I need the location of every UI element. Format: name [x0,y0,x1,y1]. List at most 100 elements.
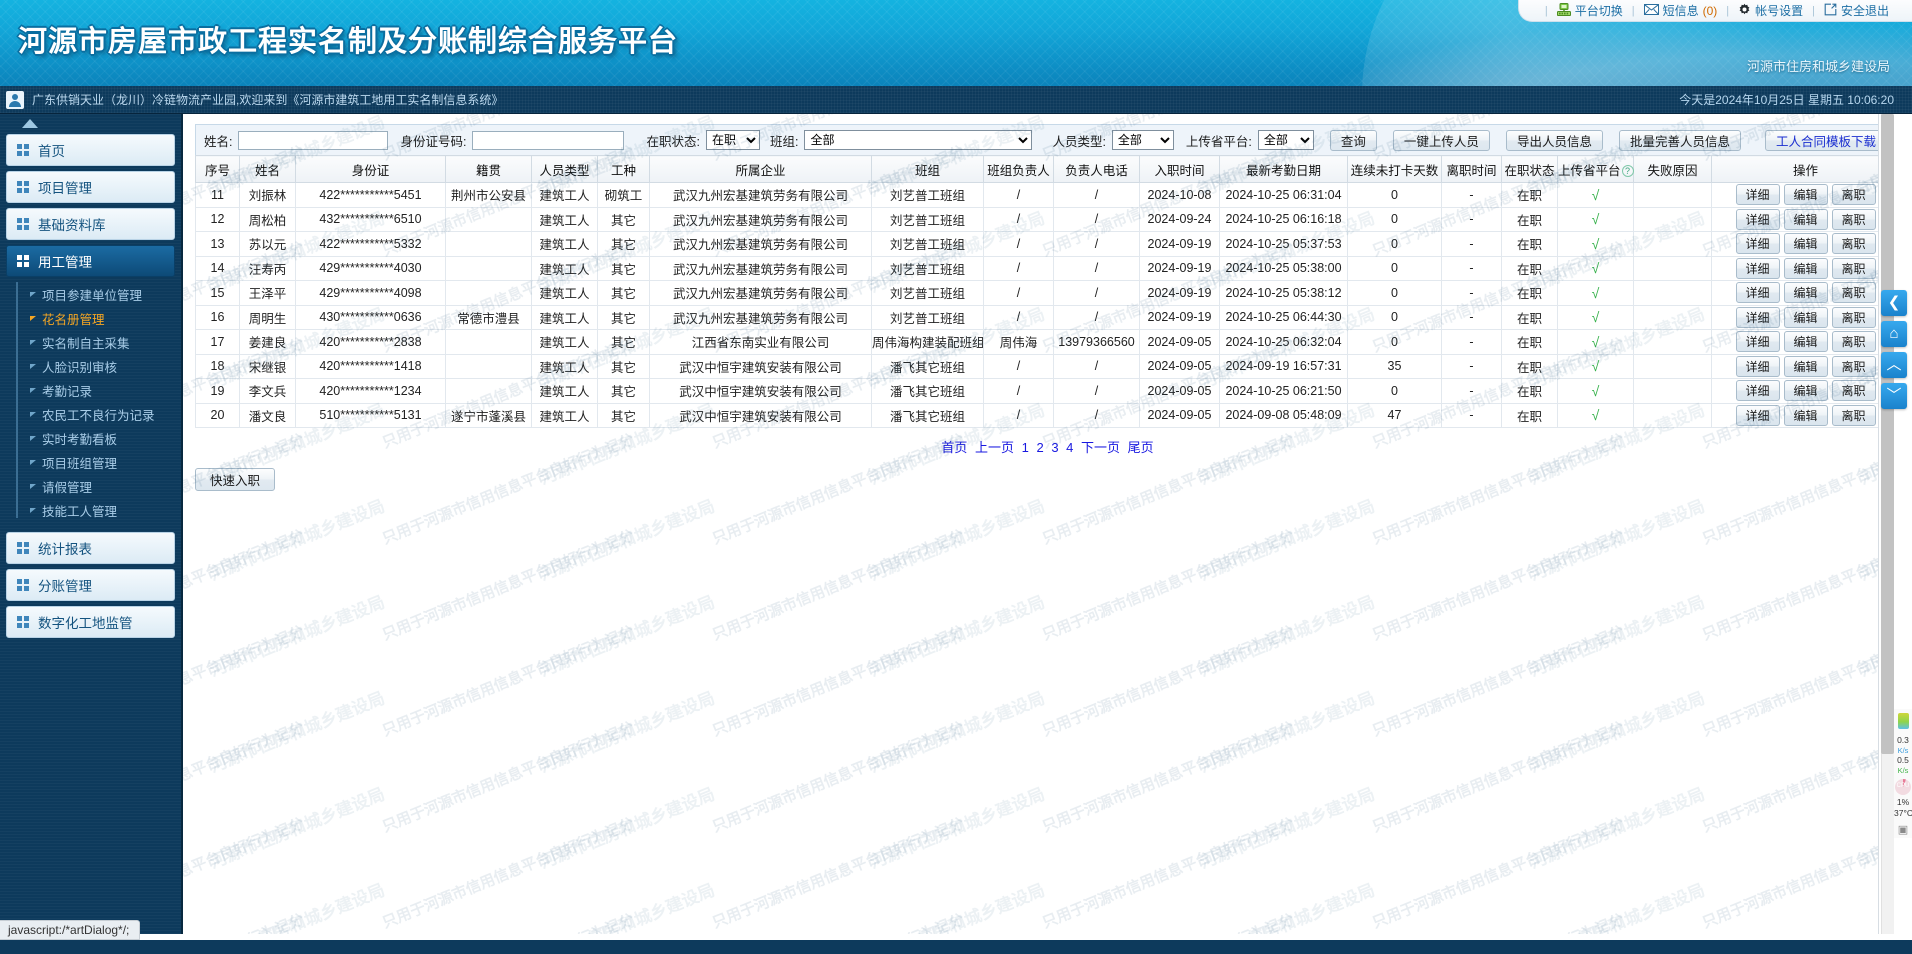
pager-page-1[interactable]: 1 [1022,440,1029,455]
table-row[interactable]: 14 汪寿丙 429***********4030 建筑工人 其它 武汉九州宏基建筑劳务有… [195,255,1900,281]
idcard-input[interactable] [472,130,625,150]
resign-button[interactable]: 离职 [1831,208,1876,230]
edit-button[interactable]: 编辑 [1783,233,1828,255]
cell-idcard: 430***********0636 [295,304,446,330]
edit-button[interactable]: 编辑 [1783,208,1828,230]
pager-prev[interactable]: 上一页 [975,440,1014,455]
detail-button[interactable]: 详细 [1735,306,1780,328]
sidebar-item-digital-site[interactable]: 数字化工地监管 [6,606,175,638]
pager-page-4[interactable]: 4 [1066,440,1073,455]
table-row[interactable]: 16 周明生 430***********0636 常德市澧县 建筑工人 其它 武汉九州宏基… [195,304,1900,330]
edit-button[interactable]: 编辑 [1783,306,1828,328]
detail-button[interactable]: 详细 [1735,233,1780,255]
pager-page-2[interactable]: 2 [1036,440,1043,455]
pager-last[interactable]: 尾页 [1128,440,1154,455]
name-input[interactable] [238,130,389,150]
one-click-upload-button[interactable]: 一键上传人员 [1392,129,1490,151]
sidebar-subitem-face-audit[interactable]: 人脸识别审核 [24,354,175,378]
sidebar-item-statistics-report[interactable]: 统计报表 [6,532,175,564]
rail-scroll-down-icon[interactable]: ﹀ [1881,383,1907,409]
sidebar-subitem-realtime-board[interactable]: 实时考勤看板 [24,426,175,450]
resign-button[interactable]: 离职 [1831,282,1876,304]
sidebar-subitem-self-collection[interactable]: 实名制自主采集 [24,330,175,354]
watermark-text: 河源市住房和城乡建设局 [1526,592,1708,681]
cell-work: 其它 [597,206,650,232]
resign-button[interactable]: 离职 [1831,233,1876,255]
edit-button[interactable]: 编辑 [1783,380,1828,402]
edit-button[interactable]: 编辑 [1783,282,1828,304]
detail-button[interactable]: 详细 [1735,208,1780,230]
sidebar-item-base-library[interactable]: 基础资料库 [6,208,175,240]
detail-button[interactable]: 详细 [1735,331,1780,353]
camera-icon[interactable]: ▣ [1894,824,1912,838]
sidebar-item-account-split[interactable]: 分账管理 [6,569,175,601]
logout-button[interactable]: 安全退出 [1815,2,1898,19]
sidebar-collapse-arrow-icon[interactable] [22,119,38,128]
edit-button[interactable]: 编辑 [1783,404,1828,426]
rail-scroll-up-icon[interactable]: ︿ [1881,352,1907,378]
edit-button[interactable]: 编辑 [1783,184,1828,206]
messages-button[interactable]: 短信息 (0) [1635,2,1727,19]
page-scrollbar-thumb[interactable] [1881,114,1894,754]
edit-button[interactable]: 编辑 [1783,355,1828,377]
resign-button[interactable]: 离职 [1831,404,1876,426]
table-row[interactable]: 13 苏以元 422***********5332 建筑工人 其它 武汉九州宏基建筑劳务有… [195,231,1900,257]
cell-leader: / [983,353,1054,379]
account-settings-button[interactable]: 帐号设置 [1729,2,1812,19]
table-row[interactable]: 20 潘文良 510***********5131 遂宁市蓬溪县 建筑工人 其它 武汉中恒宇… [195,402,1900,428]
sidebar-subitem-participating-units[interactable]: 项目参建单位管理 [24,282,175,306]
batch-complete-button[interactable]: 批量完善人员信息 [1618,129,1741,151]
pager-first[interactable]: 首页 [941,440,967,455]
resign-button[interactable]: 离职 [1831,257,1876,279]
export-personnel-button[interactable]: 导出人员信息 [1505,129,1603,151]
team-select[interactable]: 全部 [804,130,1033,150]
cell-latest: 2024-10-25 06:32:04 [1219,329,1348,355]
status-select[interactable]: 在职 [705,130,760,150]
table-row[interactable]: 17 姜建良 420***********2838 建筑工人 其它 江西省东南实业有限公司… [195,329,1900,355]
sidebar-item-home[interactable]: 首页 [6,134,175,166]
detail-button[interactable]: 详细 [1735,282,1780,304]
table-row[interactable]: 15 王泽平 429***********4098 建筑工人 其它 武汉九州宏基建筑劳务有… [195,280,1900,306]
pager-page-3[interactable]: 3 [1051,440,1058,455]
detail-button[interactable]: 详细 [1735,184,1780,206]
grid-icon [17,255,29,267]
rail-home-icon[interactable]: ⌂ [1881,321,1907,347]
detail-button[interactable]: 详细 [1735,257,1780,279]
edit-button[interactable]: 编辑 [1783,331,1828,353]
sidebar-subitem-attendance-records[interactable]: 考勤记录 [24,378,175,402]
sidebar-subitem-leave-management[interactable]: 请假管理 [24,474,175,498]
sidebar-subitem-team-management[interactable]: 项目班组管理 [24,450,175,474]
resign-button[interactable]: 离职 [1831,331,1876,353]
detail-button[interactable]: 详细 [1735,404,1780,426]
cell-team: 潘飞其它班组 [871,353,984,379]
table-row[interactable]: 11 刘振林 422***********5451 荆州市公安县 建筑工人 砌筑工 武汉九州… [195,182,1900,208]
watermark-text: 只用于河源市信用信息平台良好行为记分 [1040,814,1297,932]
cell-phone: / [1053,182,1140,208]
sidebar-item-project-management[interactable]: 项目管理 [6,171,175,203]
help-icon[interactable]: ? [1621,165,1634,178]
sidebar-item-labor-management[interactable]: 用工管理 [6,245,175,277]
rail-collapse-icon[interactable]: ❮ [1881,290,1907,316]
contract-template-download-button[interactable]: 工人合同模板下载 [1764,129,1887,151]
edit-button[interactable]: 编辑 [1783,257,1828,279]
platform-switch-button[interactable]: 平台切换 [1548,2,1632,19]
resign-button[interactable]: 离职 [1831,184,1876,206]
resign-button[interactable]: 离职 [1831,380,1876,402]
table-row[interactable]: 19 李文兵 420***********1234 建筑工人 其它 武汉中恒宇建筑安装有限… [195,378,1900,404]
resign-button[interactable]: 离职 [1831,306,1876,328]
cell-leader: / [983,280,1054,306]
quick-entry-button[interactable]: 快速入职 [195,468,276,491]
cell-seq: 16 [195,304,240,330]
search-button[interactable]: 查询 [1329,129,1377,151]
sidebar-subitem-roster-management[interactable]: 花名册管理 [24,306,175,330]
detail-button[interactable]: 详细 [1735,380,1780,402]
upload-select[interactable]: 全部 [1257,130,1314,150]
detail-button[interactable]: 详细 [1735,355,1780,377]
sidebar-subitem-bad-behavior[interactable]: 农民工不良行为记录 [24,402,175,426]
resign-button[interactable]: 离职 [1831,355,1876,377]
pager-next[interactable]: 下一页 [1081,440,1120,455]
persontype-select[interactable]: 全部 [1111,130,1174,150]
table-row[interactable]: 12 周松柏 432***********6510 建筑工人 其它 武汉九州宏基建筑劳务有… [195,206,1900,232]
table-row[interactable]: 18 宋继银 420***********1418 建筑工人 其它 武汉中恒宇建筑安装有限… [195,353,1900,379]
sidebar-subitem-skilled-workers[interactable]: 技能工人管理 [24,498,175,522]
